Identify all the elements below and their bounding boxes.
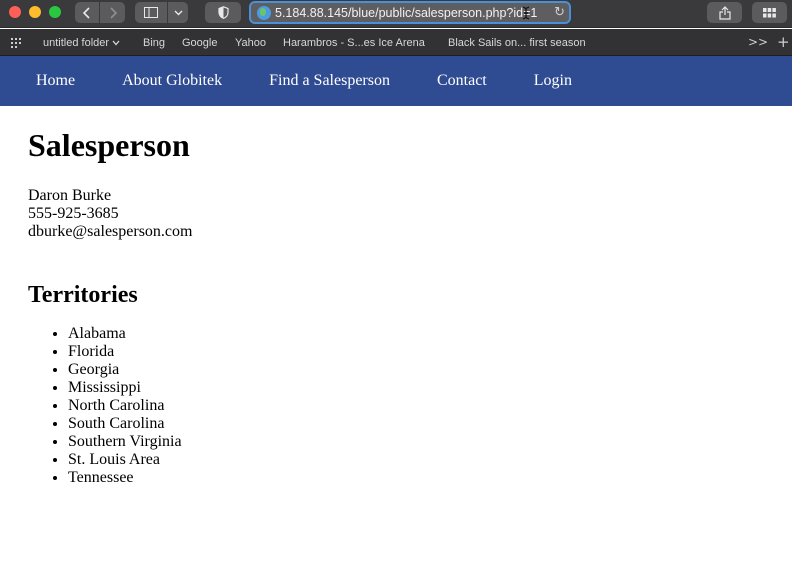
shield-icon xyxy=(217,6,229,19)
share-button[interactable] xyxy=(707,2,742,23)
close-window-button[interactable] xyxy=(9,6,21,18)
nav-about-link[interactable]: About Globitek xyxy=(122,72,222,90)
territories-heading: Territories xyxy=(28,282,138,308)
privacy-shield-button[interactable] xyxy=(205,2,241,23)
grid-icon xyxy=(763,7,776,17)
browser-toolbar: 5.184.88.145/blue/public/salesperson.php… xyxy=(0,0,792,28)
chevron-down-icon xyxy=(112,40,120,46)
salesperson-phone: 555-925-3685 xyxy=(28,205,119,222)
nav-home-link[interactable]: Home xyxy=(36,72,75,90)
territory-item: Florida xyxy=(68,343,768,361)
bookmark-yahoo[interactable]: Yahoo xyxy=(235,37,266,49)
fullscreen-window-button[interactable] xyxy=(49,6,61,18)
territory-item: Alabama xyxy=(68,325,768,343)
globe-icon xyxy=(257,5,271,20)
chevron-left-icon xyxy=(83,6,90,19)
bookmarks-bar: untitled folder Bing Google Yahoo Haramb… xyxy=(0,29,792,56)
minimize-window-button[interactable] xyxy=(29,6,41,18)
reload-icon[interactable]: ↻ xyxy=(554,5,565,20)
sidebar-icon xyxy=(144,7,158,18)
site-navigation: Home About Globitek Find a Salesperson C… xyxy=(0,56,792,106)
main-content: Salesperson Daron Burke 555-925-3685 dbu… xyxy=(28,126,768,487)
territory-item: Southern Virginia xyxy=(68,433,768,451)
sidebar-dropdown-button[interactable] xyxy=(168,2,188,23)
chevron-right-icon xyxy=(109,6,117,19)
nav-contact-link[interactable]: Contact xyxy=(437,72,487,90)
territory-item: Tennessee xyxy=(68,469,768,487)
back-button[interactable] xyxy=(75,2,99,23)
new-tab-button[interactable]: + xyxy=(777,33,790,51)
bookmark-google[interactable]: Google xyxy=(182,37,217,49)
share-icon xyxy=(718,5,731,20)
territory-item: St. Louis Area xyxy=(68,451,768,469)
territory-item: Georgia xyxy=(68,361,768,379)
salesperson-email: dburke@salesperson.com xyxy=(28,223,193,240)
forward-button[interactable] xyxy=(100,2,125,23)
apps-grid-icon[interactable] xyxy=(11,38,25,48)
territory-item: Mississippi xyxy=(68,379,768,397)
nav-find-salesperson-link[interactable]: Find a Salesperson xyxy=(269,72,390,90)
page-title: Salesperson xyxy=(28,127,190,163)
text-cursor-icon xyxy=(522,6,530,20)
chevron-down-icon xyxy=(174,10,182,15)
address-bar-text[interactable]: 5.184.88.145/blue/public/salesperson.php… xyxy=(275,6,537,20)
tab-overview-button[interactable] xyxy=(752,2,787,23)
territory-list: Alabama Florida Georgia Mississippi Nort… xyxy=(28,325,768,487)
bookmark-untitled-folder[interactable]: untitled folder xyxy=(43,37,120,49)
territory-item: North Carolina xyxy=(68,397,768,415)
bookmark-black-sails[interactable]: Black Sails on... first season xyxy=(448,37,586,49)
bookmark-bing[interactable]: Bing xyxy=(143,37,165,49)
sidebar-toggle-button[interactable] xyxy=(135,2,167,23)
bookmark-harambros[interactable]: Harambros - S...es Ice Arena xyxy=(283,37,425,49)
territory-item: South Carolina xyxy=(68,415,768,433)
salesperson-name: Daron Burke xyxy=(28,187,112,204)
nav-login-link[interactable]: Login xyxy=(534,72,572,90)
more-bookmarks-button[interactable]: >> xyxy=(748,35,768,49)
